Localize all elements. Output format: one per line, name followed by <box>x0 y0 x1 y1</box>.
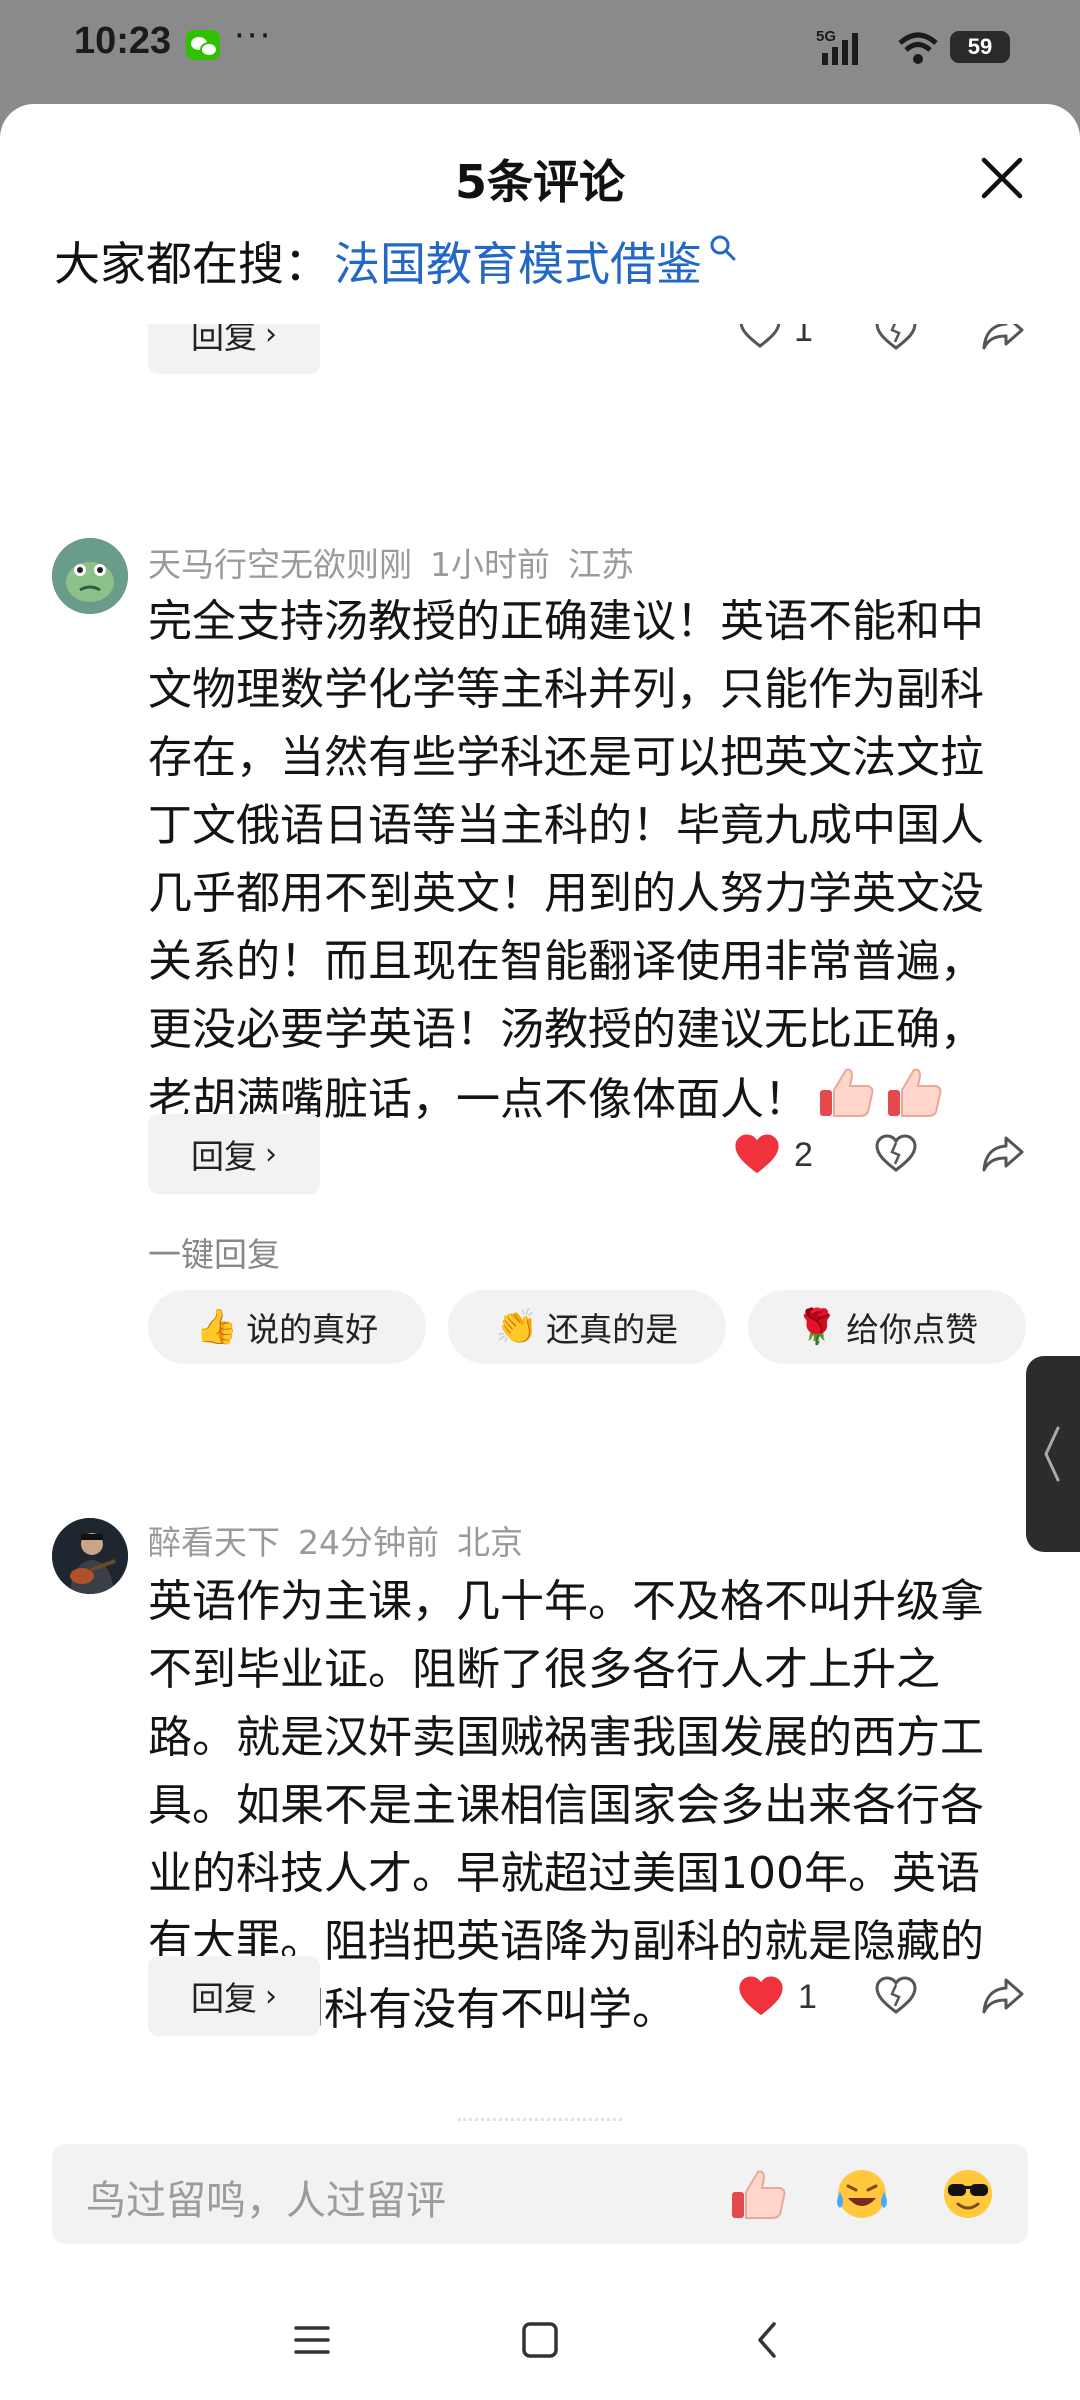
wechat-icon <box>186 30 220 60</box>
comment-text: 完全支持汤教授的正确建议！英语不能和中文物理数学化学等主科并列，只能作为副科存在… <box>148 596 984 1125</box>
reply-label: 回复 <box>191 324 257 356</box>
loading-indicator <box>458 2118 622 2122</box>
avatar[interactable] <box>52 538 128 614</box>
comment-time: 24分钟前 <box>298 1523 439 1562</box>
comment-input-bar[interactable]: 鸟过留鸣，人过留评 <box>52 2144 1028 2244</box>
like-button[interactable]: 2 <box>732 1132 813 1178</box>
comments-sheet: 5条评论 大家都在搜： 法国教育模式借鉴 回复 › 1 天马行空无欲则刚 1小时… <box>0 104 1080 2400</box>
system-nav-bar <box>0 2280 1080 2400</box>
menu-icon[interactable] <box>282 2310 342 2370</box>
share-icon[interactable] <box>980 324 1026 352</box>
avatar[interactable] <box>52 1518 128 1594</box>
comment-username[interactable]: 天马行空无欲则刚 <box>148 545 412 584</box>
comment-username[interactable]: 醉看天下 <box>148 1523 280 1562</box>
chevron-left-icon <box>1044 1426 1060 1482</box>
thumbs-up-emoji-button-icon[interactable] <box>728 2164 788 2224</box>
rose-emoji-icon: 🌹 <box>795 1307 839 1347</box>
trending-search-link[interactable]: 法国教育模式借鉴 <box>334 228 702 294</box>
search-icon[interactable] <box>708 233 738 263</box>
chevron-right-icon: › <box>265 324 277 352</box>
reply-button[interactable]: 回复 › <box>148 1956 320 2036</box>
reply-button[interactable]: 回复 › <box>148 1114 320 1194</box>
comment-meta: 天马行空无欲则刚 1小时前 江苏 <box>148 538 652 586</box>
share-icon[interactable] <box>980 1976 1026 2016</box>
like-button[interactable]: 1 <box>738 324 813 350</box>
wifi-icon <box>898 32 938 64</box>
clapping-emoji-icon: 👏 <box>495 1307 539 1347</box>
frog-avatar-icon <box>52 538 128 614</box>
heart-outline-icon <box>739 324 781 348</box>
chevron-right-icon: › <box>265 1136 277 1172</box>
person-guitar-avatar-icon <box>52 1518 128 1594</box>
close-icon[interactable] <box>976 152 1028 204</box>
thumbs-up-icon <box>816 1064 876 1140</box>
home-square-icon[interactable] <box>510 2310 570 2370</box>
thumbs-up-icon <box>884 1064 944 1140</box>
comment-meta: 醉看天下 24分钟前 北京 <box>148 1516 541 1564</box>
chip-label: 给你点赞 <box>846 1310 979 1349</box>
dislike-heart-icon[interactable] <box>874 1134 918 1174</box>
back-icon[interactable] <box>738 2310 798 2370</box>
like-count: 1 <box>798 1977 817 2016</box>
comment-location: 江苏 <box>568 545 634 584</box>
heart-filled-icon <box>739 1976 783 2016</box>
network-type-label: 5G <box>816 28 836 45</box>
sheet-title: 5条评论 <box>454 155 625 209</box>
heart-filled-icon <box>735 1134 779 1174</box>
trending-search-row: 大家都在搜： 法国教育模式借鉴 <box>54 228 738 294</box>
thumbs-up-emoji-icon: 👍 <box>195 1307 239 1347</box>
status-bar: 10:23 ··· 5G 59 <box>0 0 1080 96</box>
status-time: 10:23 <box>74 20 172 62</box>
comment-input-placeholder[interactable]: 鸟过留鸣，人过留评 <box>86 2168 446 2226</box>
comment-list[interactable]: 回复 › 1 天马行空无欲则刚 1小时前 江苏 完全支持汤教授的正确建议！英语不… <box>0 324 1080 2214</box>
laughing-tears-emoji-icon[interactable] <box>832 2164 892 2224</box>
more-notifications-icon: ··· <box>234 16 273 56</box>
comment-location: 北京 <box>457 1523 523 1562</box>
battery-indicator: 59 <box>950 31 1010 63</box>
chip-label: 说的真好 <box>246 1310 379 1349</box>
quick-reply-chip[interactable]: 👏 还真的是 <box>448 1290 726 1364</box>
quick-reply-chip[interactable]: 👍 说的真好 <box>148 1290 426 1364</box>
signal-5g-icon: 5G <box>816 28 858 65</box>
reply-button[interactable]: 回复 › <box>148 324 320 374</box>
chip-label: 还真的是 <box>546 1310 679 1349</box>
chevron-right-icon: › <box>265 1978 277 2014</box>
reply-label: 回复 <box>191 1137 257 1176</box>
side-panel-handle[interactable] <box>1026 1356 1080 1552</box>
dislike-heart-icon[interactable] <box>874 1976 918 2016</box>
quick-reply-label: 一键回复 <box>148 1235 280 1274</box>
share-icon[interactable] <box>980 1134 1026 1174</box>
comment-time: 1小时前 <box>430 545 550 584</box>
sunglasses-emoji-icon[interactable] <box>938 2164 998 2224</box>
like-count: 1 <box>794 324 813 349</box>
quick-reply-chip[interactable]: 🌹 给你点赞 <box>748 1290 1026 1364</box>
like-button[interactable]: 1 <box>736 1974 817 2020</box>
trending-search-prefix: 大家都在搜： <box>54 237 330 291</box>
dislike-heart-icon[interactable] <box>874 324 918 352</box>
like-count: 2 <box>794 1135 813 1174</box>
reply-label: 回复 <box>191 1979 257 2018</box>
